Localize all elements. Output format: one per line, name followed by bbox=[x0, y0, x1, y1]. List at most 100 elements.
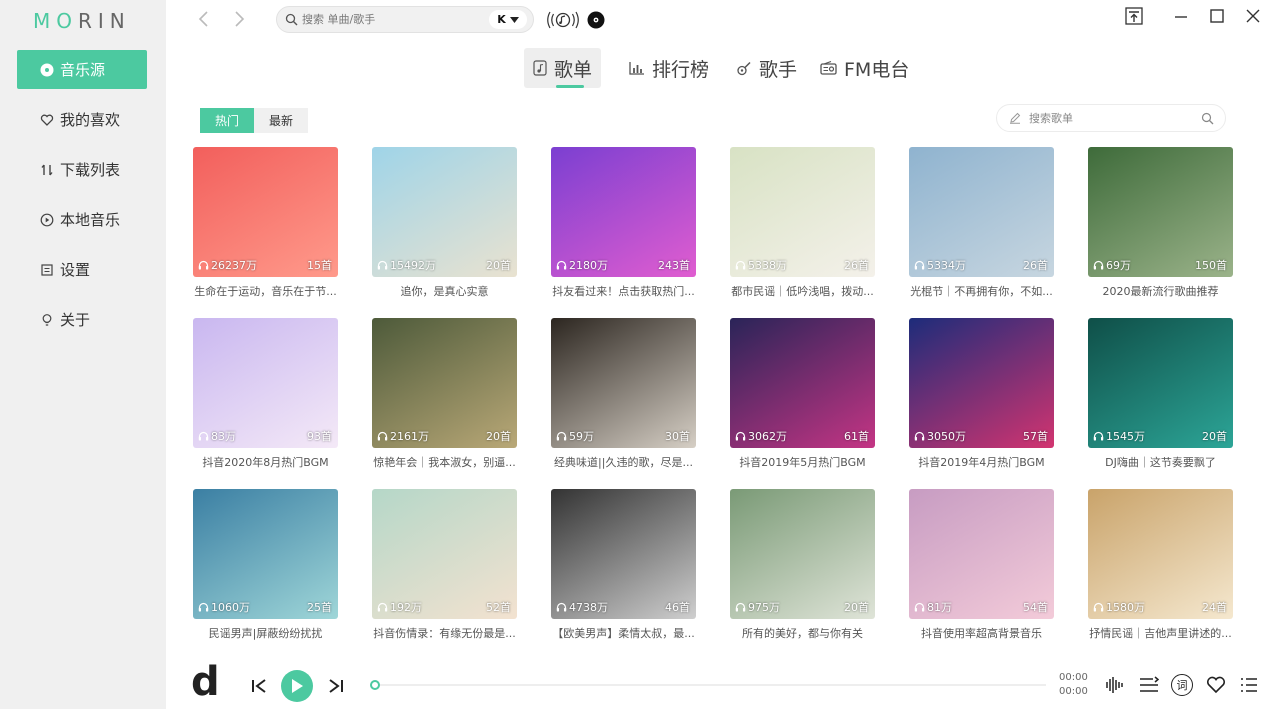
playlist-cover[interactable]: 192万 52首 bbox=[372, 489, 517, 619]
playlist-cover[interactable]: 975万 20首 bbox=[730, 489, 875, 619]
music-source-selector[interactable]: K bbox=[489, 10, 527, 29]
mini-mode-button[interactable] bbox=[1123, 6, 1145, 26]
playlist-card[interactable]: 2161万 20首惊艳年会｜我本淑女，别逼... bbox=[372, 318, 517, 470]
playlist-title[interactable]: 抒情民谣｜吉他声里讲述的... bbox=[1088, 625, 1233, 641]
playlist-cover[interactable]: 26237万 15首 bbox=[193, 147, 338, 277]
playlist-card[interactable]: 5334万 26首光棍节｜不再拥有你，不如... bbox=[909, 147, 1054, 299]
track-count: 20首 bbox=[486, 430, 511, 443]
playlist-card[interactable]: 3050万 57首抖音2019年4月热门BGM bbox=[909, 318, 1054, 470]
playlist-cover[interactable]: 1580万 24首 bbox=[1088, 489, 1233, 619]
subtab-newest[interactable]: 最新 bbox=[254, 108, 308, 133]
playlist-search-input[interactable] bbox=[1029, 111, 1189, 125]
progress-handle[interactable] bbox=[370, 680, 380, 690]
playlist-title[interactable]: 经典味道||久违的歌，尽是... bbox=[551, 454, 696, 470]
playlist-cover[interactable]: 2180万 243首 bbox=[551, 147, 696, 277]
progress-track[interactable] bbox=[370, 684, 1046, 686]
playlist-card[interactable]: 192万 52首抖音伤情录：有缘无份最是... bbox=[372, 489, 517, 641]
playlist-card[interactable]: 81万 54首抖音使用率超高背景音乐 bbox=[909, 489, 1054, 641]
playlist-title[interactable]: 光棍节｜不再拥有你，不如... bbox=[909, 283, 1054, 299]
sidebar-item-music-source[interactable]: 音乐源 bbox=[17, 50, 147, 89]
playlist-title[interactable]: 抖友看过来！点击获取热门... bbox=[551, 283, 696, 299]
playlist-cover[interactable]: 5338万 26首 bbox=[730, 147, 875, 277]
playlist-card[interactable]: 4738万 46首【欧美男声】柔情太叔，最... bbox=[551, 489, 696, 641]
radio-waves-icon bbox=[547, 11, 579, 29]
track-count: 20首 bbox=[844, 601, 869, 614]
playlist-title[interactable]: 【欧美男声】柔情太叔，最... bbox=[551, 625, 696, 641]
back-button[interactable] bbox=[192, 8, 214, 30]
tab-charts[interactable]: 排行榜 bbox=[620, 48, 718, 88]
playlist-title[interactable]: 都市民谣｜低吟浅唱，拨动... bbox=[730, 283, 875, 299]
listen-recognize-button[interactable] bbox=[546, 8, 580, 36]
play-button[interactable] bbox=[281, 670, 313, 702]
playlist-cover[interactable]: 4738万 46首 bbox=[551, 489, 696, 619]
playlist-title[interactable]: 生命在于运动，音乐在于节... bbox=[193, 283, 338, 299]
close-button[interactable] bbox=[1242, 6, 1264, 26]
playlist-card[interactable]: 69万 150首 2020最新流行歌曲推荐 bbox=[1088, 147, 1233, 299]
logo-part-a: MO bbox=[33, 9, 78, 33]
playlist-title[interactable]: 抖音2020年8月热门BGM bbox=[193, 454, 338, 470]
maximize-button[interactable] bbox=[1206, 6, 1228, 26]
playlist-card[interactable]: 1545万 20首 DJ嗨曲｜这节奏要飘了 bbox=[1088, 318, 1233, 470]
play-count-value: 26237万 bbox=[211, 259, 257, 272]
playlist-cover[interactable]: 1545万 20首 bbox=[1088, 318, 1233, 448]
playlist-card[interactable]: 1580万 24首抒情民谣｜吉他声里讲述的... bbox=[1088, 489, 1233, 641]
playlist-card[interactable]: 975万 20首所有的美好，都与你有关 bbox=[730, 489, 875, 641]
playlist-cover[interactable]: 5334万 26首 bbox=[909, 147, 1054, 277]
tab-fm-radio[interactable]: FM电台 bbox=[811, 48, 918, 88]
sidebar-item-settings[interactable]: 设置 bbox=[17, 250, 147, 289]
playlist-title[interactable]: 抖音2019年5月热门BGM bbox=[730, 454, 875, 470]
play-count: 15492万 bbox=[377, 257, 436, 273]
tab-artists[interactable]: 歌手 bbox=[727, 48, 806, 88]
playlist-cover[interactable]: 59万 30首 bbox=[551, 318, 696, 448]
play-count: 69万 bbox=[1093, 257, 1131, 273]
forward-button[interactable] bbox=[229, 8, 251, 30]
playlist-title[interactable]: 所有的美好，都与你有关 bbox=[730, 625, 875, 641]
search-icon[interactable] bbox=[1201, 112, 1214, 125]
playlist-card[interactable]: 2180万 243首抖友看过来！点击获取热门... bbox=[551, 147, 696, 299]
playlist-card[interactable]: 15492万 20首追你，是真心实意 bbox=[372, 147, 517, 299]
subtab-hot[interactable]: 热门 bbox=[200, 108, 254, 133]
playlist-card[interactable]: 59万 30首经典味道||久违的歌，尽是... bbox=[551, 318, 696, 470]
previous-track-button[interactable] bbox=[250, 677, 268, 695]
playlist-cover[interactable]: 83万 93首 bbox=[193, 318, 338, 448]
next-track-button[interactable] bbox=[327, 677, 345, 695]
minimize-button[interactable] bbox=[1170, 6, 1192, 26]
playlist-cover[interactable]: 1060万 25首 bbox=[193, 489, 338, 619]
sound-effects-button[interactable] bbox=[1104, 674, 1126, 696]
playlist-cover[interactable]: 69万 150首 bbox=[1088, 147, 1233, 277]
playlist-title[interactable]: 民谣男声|屏蔽纷纷扰扰 bbox=[193, 625, 338, 641]
time-total: 00:00 bbox=[1059, 686, 1088, 697]
playlist-title[interactable]: DJ嗨曲｜这节奏要飘了 bbox=[1088, 454, 1233, 470]
playlist-cover[interactable]: 15492万 20首 bbox=[372, 147, 517, 277]
playlist-title[interactable]: 追你，是真心实意 bbox=[372, 283, 517, 299]
tab-playlists[interactable]: 歌单 bbox=[524, 48, 602, 88]
playlist-title[interactable]: 惊艳年会｜我本淑女，别逼... bbox=[372, 454, 517, 470]
playlist-card[interactable]: 5338万 26首都市民谣｜低吟浅唱，拨动... bbox=[730, 147, 875, 299]
playlist-card[interactable]: 1060万 25首民谣男声|屏蔽纷纷扰扰 bbox=[193, 489, 338, 641]
global-search-input[interactable] bbox=[302, 13, 472, 26]
playlist-card[interactable]: 3062万 61首抖音2019年5月热门BGM bbox=[730, 318, 875, 470]
playlist-title[interactable]: 抖音使用率超高背景音乐 bbox=[909, 625, 1054, 641]
playlist-cover[interactable]: 2161万 20首 bbox=[372, 318, 517, 448]
playlist-card[interactable]: 26237万 15首生命在于运动，音乐在于节... bbox=[193, 147, 338, 299]
track-count: 52首 bbox=[486, 601, 511, 614]
playlist-cover[interactable]: 3062万 61首 bbox=[730, 318, 875, 448]
playlist-title[interactable]: 抖音2019年4月热门BGM bbox=[909, 454, 1054, 470]
menu-button[interactable] bbox=[1238, 674, 1260, 696]
playlist-cover[interactable]: 3050万 57首 bbox=[909, 318, 1054, 448]
sidebar-item-about[interactable]: 关于 bbox=[17, 300, 147, 339]
playlist-cover[interactable]: 81万 54首 bbox=[909, 489, 1054, 619]
playlist-title[interactable]: 2020最新流行歌曲推荐 bbox=[1088, 283, 1233, 299]
sidebar-item-favorites[interactable]: 我的喜欢 bbox=[17, 100, 147, 139]
caret-down-icon bbox=[509, 16, 519, 23]
lyrics-button[interactable]: 词 bbox=[1171, 674, 1193, 696]
sidebar-item-local-music[interactable]: 本地音乐 bbox=[17, 200, 147, 239]
track-count: 54首 bbox=[1023, 601, 1048, 614]
favorite-button[interactable] bbox=[1205, 674, 1227, 696]
playlist-card[interactable]: 83万 93首抖音2020年8月热门BGM bbox=[193, 318, 338, 470]
playlist-queue-button[interactable] bbox=[1138, 674, 1160, 696]
sidebar-item-downloads[interactable]: 下载列表 bbox=[17, 150, 147, 189]
playlist-title[interactable]: 抖音伤情录：有缘无份最是... bbox=[372, 625, 517, 641]
vinyl-button[interactable] bbox=[587, 11, 605, 33]
app-logo: MORIN bbox=[33, 9, 131, 33]
